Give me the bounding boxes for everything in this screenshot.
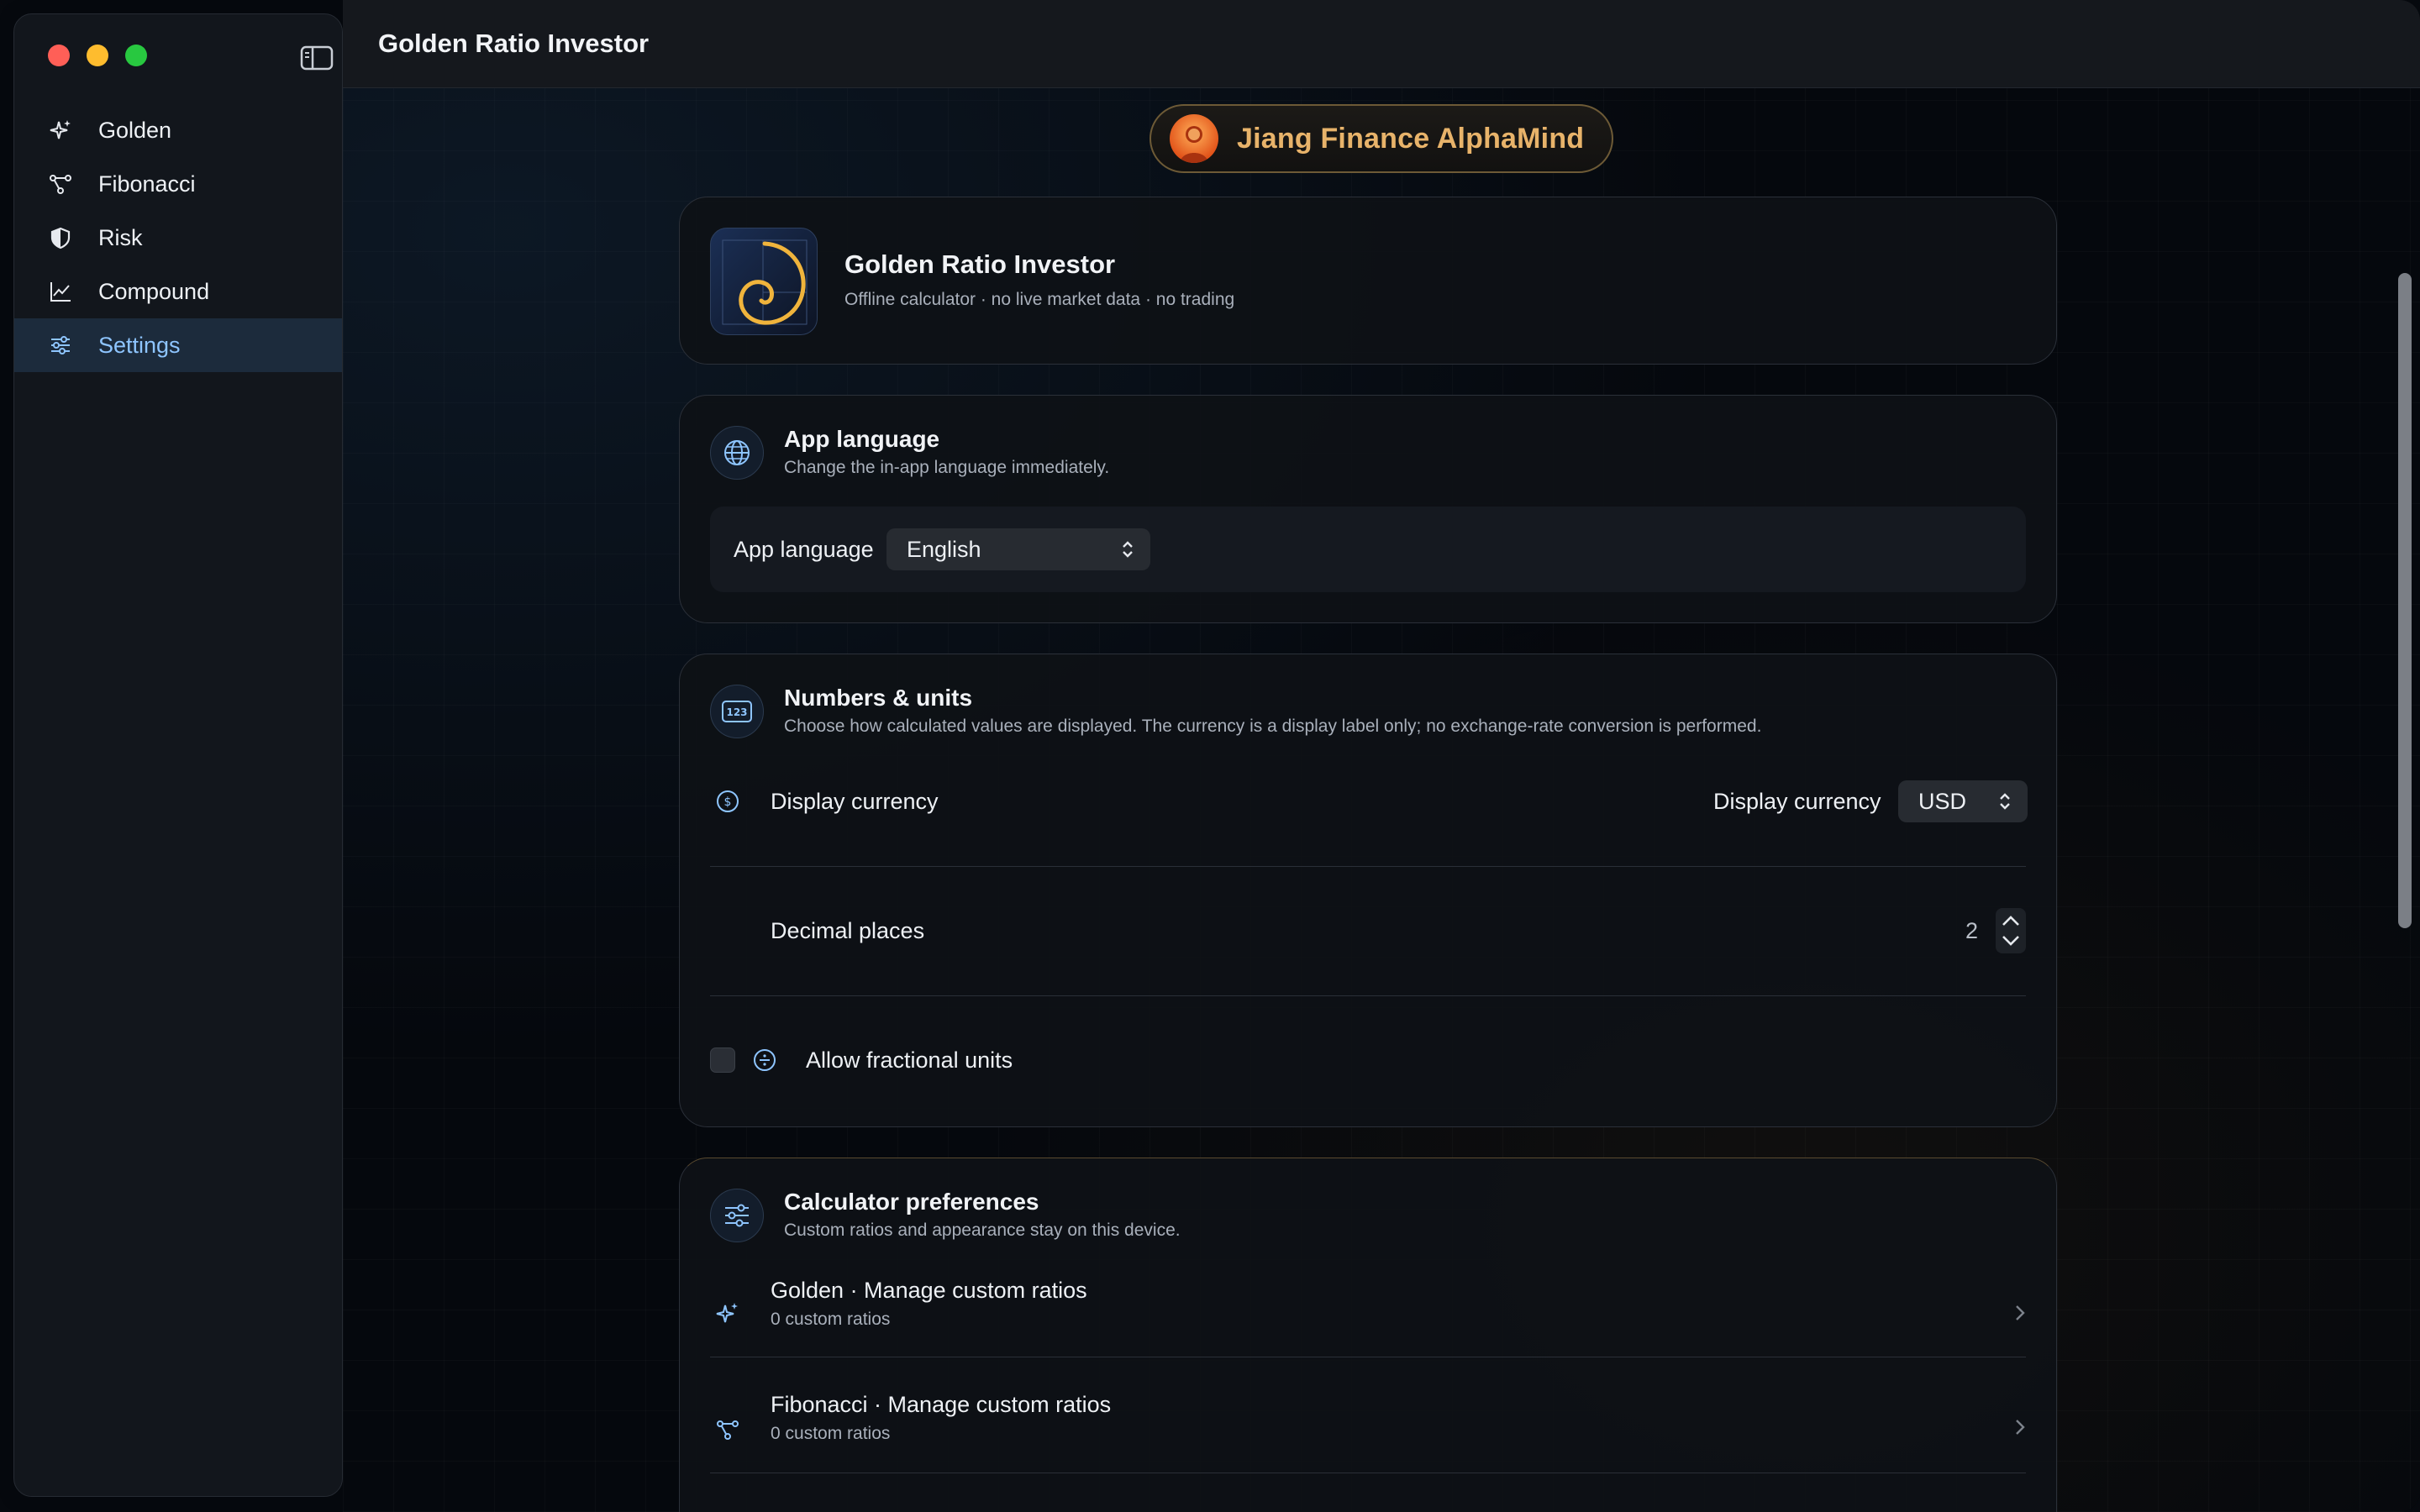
sliders-icon — [710, 1189, 764, 1242]
chevron-up-down-icon — [1120, 538, 1135, 566]
sidebar-toggle-icon[interactable] — [300, 45, 334, 71]
language-select[interactable]: English — [886, 528, 1150, 570]
window-title: Golden Ratio Investor — [378, 29, 650, 58]
app-window: Golden Fibonacci Risk Compound Settings … — [0, 0, 2420, 1512]
row-divider — [710, 866, 2026, 867]
sidebar-item-settings[interactable]: Settings — [14, 318, 342, 372]
nodes-icon — [715, 1417, 740, 1446]
chevron-right-icon — [2014, 1303, 2026, 1327]
chevron-right-icon — [2014, 1417, 2026, 1441]
numbers-title: Numbers & units — [784, 685, 973, 711]
language-subtitle: Change the in-app language immediately. — [784, 458, 1110, 477]
svg-text:123: 123 — [726, 706, 747, 718]
sidebar-item-label: Fibonacci — [98, 171, 196, 197]
minimize-window-button[interactable] — [87, 45, 108, 66]
fractional-units-label: Allow fractional units — [806, 1047, 1013, 1073]
currency-field-label: Display currency — [1713, 789, 1881, 814]
sidebar-item-risk[interactable]: Risk — [14, 211, 342, 265]
sidebar-item-label: Risk — [98, 224, 143, 250]
brand-avatar — [1170, 114, 1218, 163]
zoom-window-button[interactable] — [125, 45, 147, 66]
decimal-places-label: Decimal places — [771, 918, 925, 943]
language-field-row: App language English — [710, 507, 2026, 592]
about-title: Golden Ratio Investor — [844, 249, 1116, 279]
sparkles-icon — [715, 1301, 740, 1331]
sliders-icon — [48, 333, 73, 358]
title-bar: Golden Ratio Investor — [343, 0, 2420, 88]
sidebar-item-golden[interactable]: Golden — [14, 103, 342, 157]
chart-line-icon — [48, 279, 73, 304]
sidebar-nav: Golden Fibonacci Risk Compound Settings — [14, 103, 342, 372]
brand-badge: Jiang Finance AlphaMind — [1150, 104, 1613, 173]
currency-select[interactable]: USD — [1898, 780, 2028, 822]
dollar-circle-icon: $ — [715, 789, 740, 818]
sidebar-item-fibonacci[interactable]: Fibonacci — [14, 157, 342, 211]
calculator-preferences-card: Calculator preferences Custom ratios and… — [679, 1158, 2057, 1512]
currency-selected-value: USD — [1918, 788, 1967, 814]
calculator-title: Calculator preferences — [784, 1189, 1039, 1215]
sidebar-item-label: Settings — [98, 332, 181, 358]
golden-ratios-label: Golden · Manage custom ratios — [771, 1278, 1087, 1303]
language-title: App language — [784, 426, 940, 452]
sidebar-item-label: Golden — [98, 117, 172, 143]
vertical-scrollbar[interactable] — [2398, 273, 2412, 928]
svg-text:$: $ — [724, 795, 732, 809]
row-divider — [710, 995, 2026, 996]
shield-icon — [48, 225, 73, 250]
fractional-units-checkbox[interactable] — [710, 1047, 735, 1073]
fibonacci-ratios-label: Fibonacci · Manage custom ratios — [771, 1392, 1112, 1417]
language-field-label: App language — [734, 537, 874, 562]
fibonacci-ratios-count: 0 custom ratios — [771, 1424, 891, 1443]
golden-ratios-count: 0 custom ratios — [771, 1310, 891, 1329]
chevron-up-down-icon — [1997, 790, 2012, 818]
about-card: Golden Ratio Investor Offline calculator… — [679, 197, 2057, 365]
golden-custom-ratios-row[interactable]: Golden · Manage custom ratios 0 custom r… — [680, 1266, 2056, 1375]
decimal-stepper[interactable] — [1996, 908, 2026, 953]
sidebar-item-label: Compound — [98, 278, 210, 304]
app-logo — [710, 228, 818, 335]
decimal-places-value: 2 — [1965, 918, 1979, 943]
currency-row-label: Display currency — [771, 789, 939, 814]
brand-name: Jiang Finance AlphaMind — [1237, 122, 1585, 155]
about-subtitle: Offline calculator · no live market data… — [844, 290, 1235, 309]
sparkles-icon — [48, 118, 73, 143]
number-123-icon: 123 — [710, 685, 764, 738]
language-selected-value: English — [907, 536, 981, 562]
sidebar: Golden Fibonacci Risk Compound Settings — [13, 13, 343, 1497]
language-card: App language Change the in-app language … — [679, 395, 2057, 623]
numbers-units-card: 123 Numbers & units Choose how calculate… — [679, 654, 2057, 1127]
nodes-icon — [48, 171, 73, 197]
globe-icon — [710, 426, 764, 480]
calculator-subtitle: Custom ratios and appearance stay on thi… — [784, 1221, 1181, 1240]
close-window-button[interactable] — [48, 45, 70, 66]
sidebar-item-compound[interactable]: Compound — [14, 265, 342, 318]
divide-circle-icon — [752, 1047, 777, 1077]
numbers-subtitle: Choose how calculated values are display… — [784, 717, 1762, 736]
